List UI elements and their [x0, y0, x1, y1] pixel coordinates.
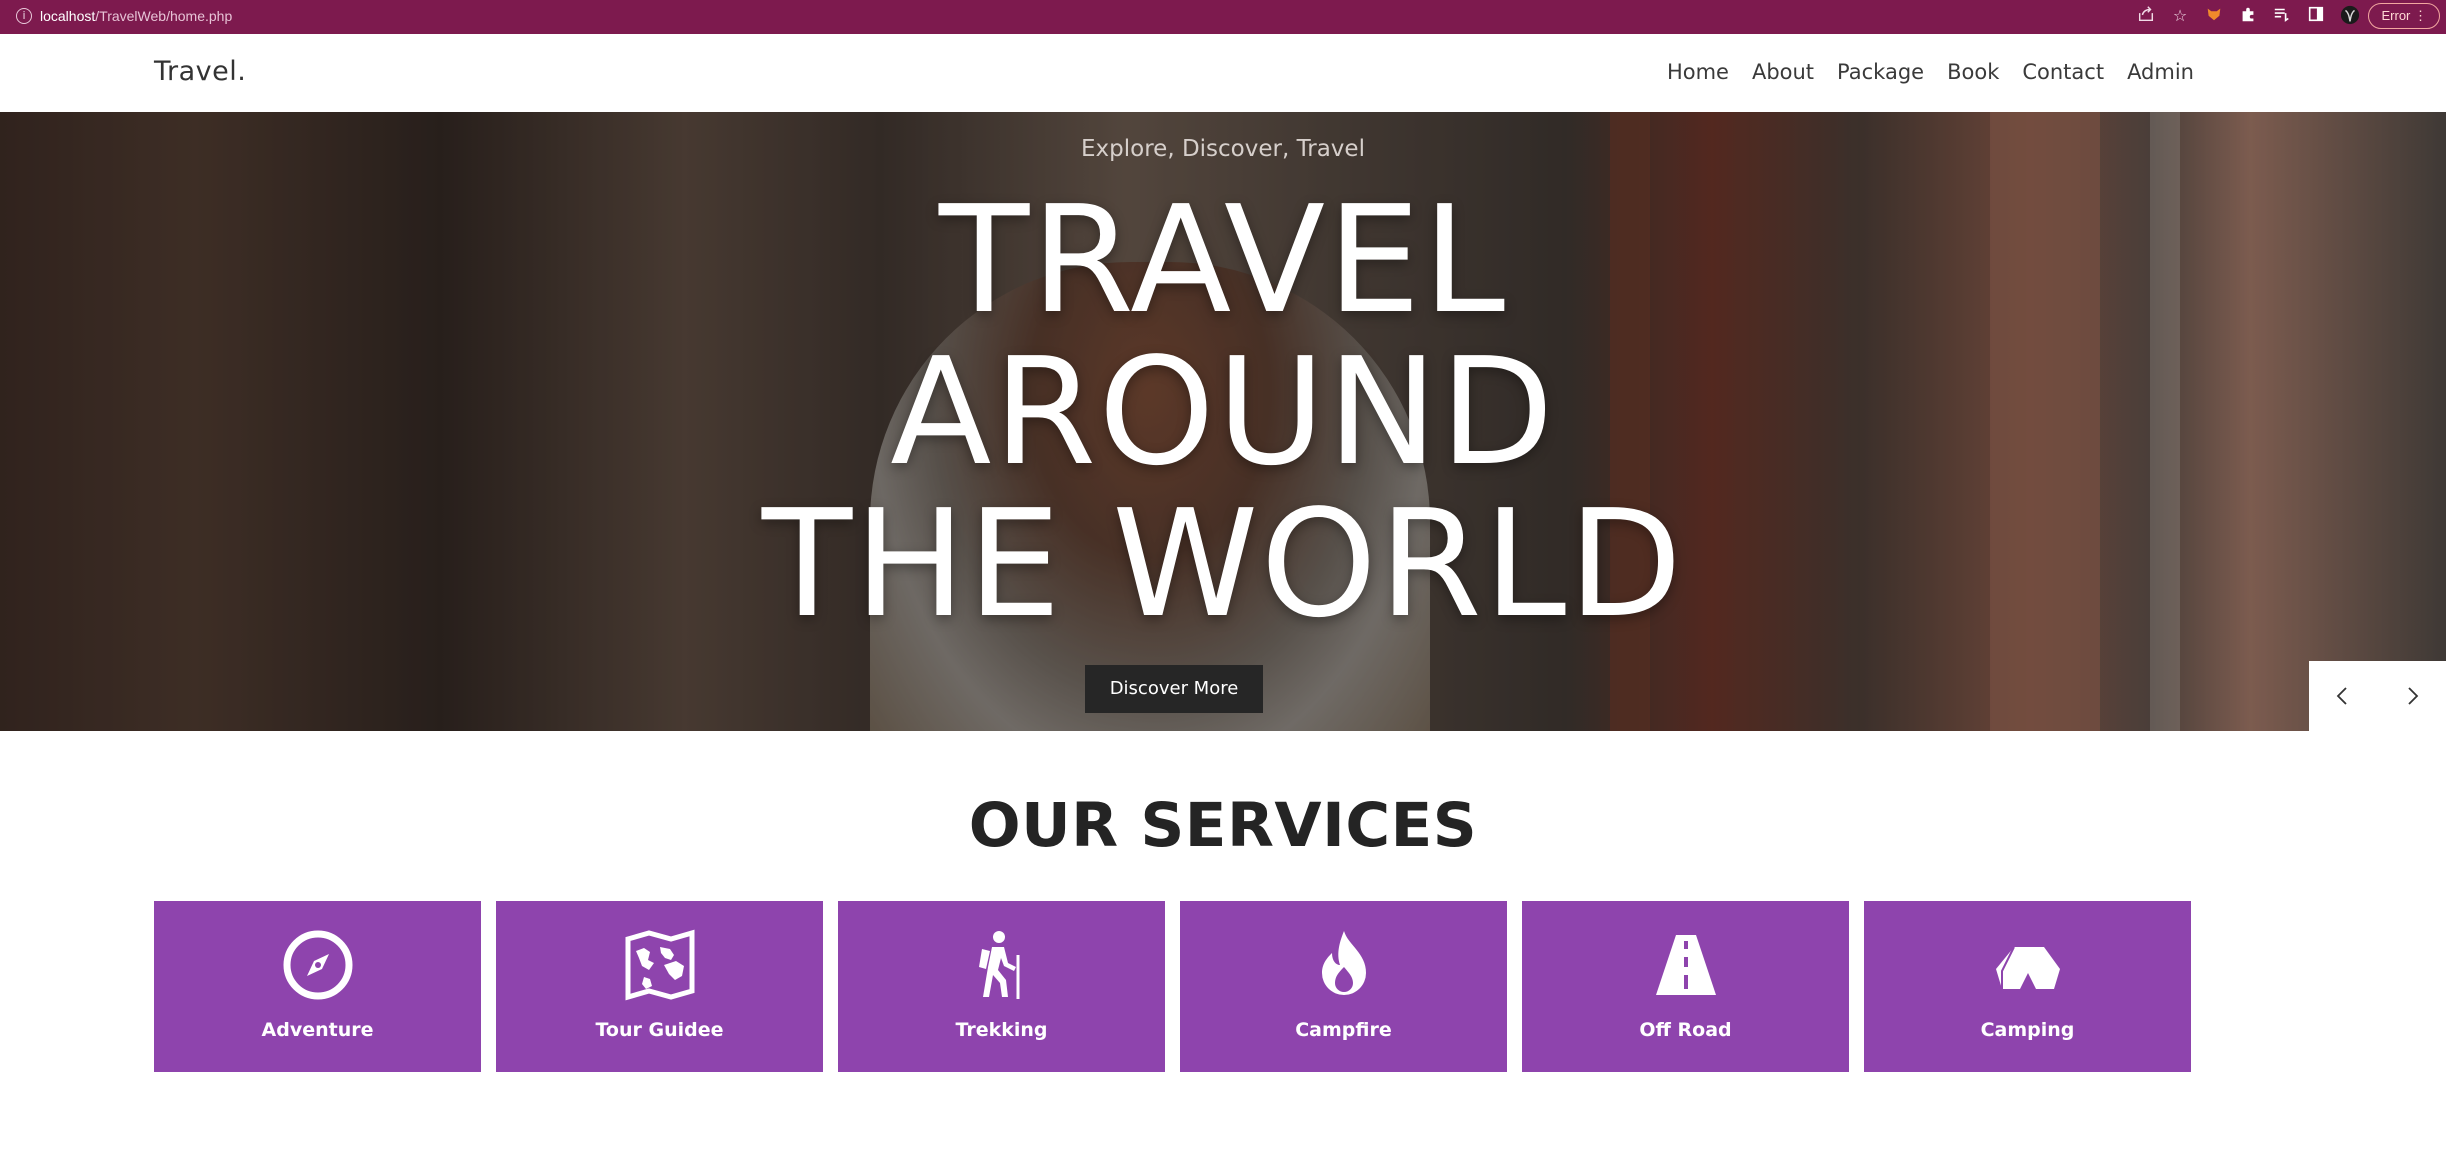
fox-extension-icon[interactable] [2204, 5, 2224, 27]
service-label: Campfire [1295, 1019, 1392, 1041]
browser-toolbar-icons: ☆ [2136, 5, 2360, 27]
chevron-left-icon [2336, 687, 2347, 705]
nav-about[interactable]: About [1752, 60, 1814, 84]
tent-icon [1995, 946, 2060, 989]
nav-book[interactable]: Book [1947, 60, 1999, 84]
error-badge[interactable]: Error ⋮ [2368, 3, 2440, 29]
slider-next-button[interactable] [2378, 661, 2446, 731]
service-label: Trekking [955, 1019, 1048, 1041]
fire-icon [1321, 931, 1366, 995]
chevron-right-icon [2408, 687, 2419, 705]
error-label: Error [2381, 8, 2411, 23]
brand-logo[interactable]: Travel. [154, 56, 246, 87]
services-heading: OUR SERVICES [968, 790, 1478, 861]
nav-contact[interactable]: Contact [2022, 60, 2104, 84]
service-card-campfire[interactable]: Campfire [1180, 901, 1507, 1072]
hiker-icon [978, 931, 1019, 999]
site-info-icon[interactable]: i [16, 8, 32, 24]
sidepanel-icon[interactable] [2306, 5, 2326, 27]
browser-address-bar: i localhost/TravelWeb/home.php ☆ Error ⋮ [0, 0, 2446, 34]
compass-icon [283, 930, 352, 1000]
url-host: localhost [40, 8, 96, 24]
service-label: Off Road [1639, 1019, 1732, 1041]
hero-subtitle: Explore, Discover, Travel [1081, 136, 1365, 162]
nav-admin[interactable]: Admin [2127, 60, 2194, 84]
map-icon [625, 929, 694, 1001]
road-icon [1655, 935, 1716, 995]
site-header: Travel. Home About Package Book Contact … [0, 34, 2446, 112]
url-field[interactable]: localhost/TravelWeb/home.php [40, 8, 232, 24]
reading-list-icon[interactable] [2272, 5, 2292, 27]
nav-home[interactable]: Home [1667, 60, 1729, 84]
service-label: Camping [1980, 1019, 2075, 1041]
service-card-adventure[interactable]: Adventure [154, 901, 481, 1072]
profile-avatar-icon[interactable] [2340, 5, 2360, 27]
discover-more-button[interactable]: Discover More [1085, 665, 1263, 713]
service-card-off-road[interactable]: Off Road [1522, 901, 1849, 1072]
hero-title-line: TRAVEL [938, 174, 1508, 346]
nav-package[interactable]: Package [1837, 60, 1924, 84]
hero-title-line: AROUND [890, 326, 1556, 498]
hero-slider: Explore, Discover, Travel TRAVEL AROUND … [0, 112, 2446, 731]
slider-prev-button[interactable] [2309, 661, 2378, 731]
hero-title-line: THE WORLD [761, 478, 1685, 650]
service-label: Tour Guidee [595, 1019, 724, 1041]
service-card-camping[interactable]: Camping [1864, 901, 2191, 1072]
service-card-trekking[interactable]: Trekking [838, 901, 1165, 1072]
main-nav: Home About Package Book Contact Admin [1667, 60, 2194, 84]
url-path: /TravelWeb/home.php [95, 8, 233, 24]
star-icon[interactable]: ☆ [2170, 5, 2190, 27]
service-card-tour-guide[interactable]: Tour Guidee [496, 901, 823, 1072]
service-label: Adventure [261, 1019, 374, 1041]
menu-icon[interactable]: ⋮ [2414, 8, 2427, 23]
share-icon[interactable] [2136, 5, 2156, 27]
puzzle-icon[interactable] [2238, 5, 2258, 27]
slider-controls [2309, 661, 2446, 731]
services-grid: Adventure Tour Guidee Trekking Campfire … [154, 901, 2194, 1072]
hero-title: TRAVEL AROUND THE WORLD [0, 184, 2446, 640]
